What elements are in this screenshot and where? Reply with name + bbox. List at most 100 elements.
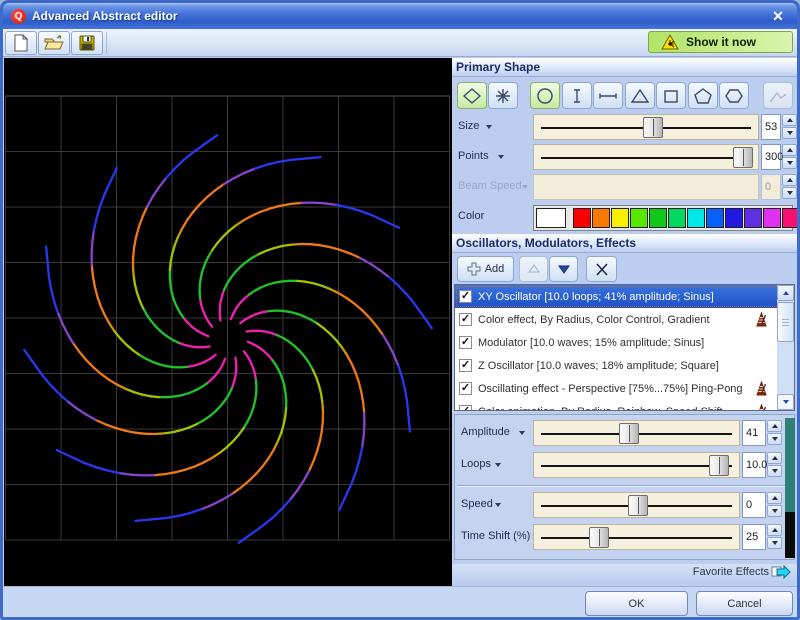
effect-row[interactable]: ✓ Color animation, By Radius, Rainbow, S… <box>455 400 794 411</box>
beam-speed-spin-down[interactable] <box>782 187 797 199</box>
speed-slider-thumb[interactable] <box>628 495 648 516</box>
shape-button-horizontal-line[interactable] <box>593 82 623 109</box>
size-value[interactable]: 53 <box>761 114 781 140</box>
time-shift--label: Time Shift (%) <box>461 530 530 542</box>
amplitude-slider-track[interactable] <box>533 420 740 446</box>
time-shift--spin-down[interactable] <box>767 537 782 549</box>
delete-effect-button[interactable] <box>586 256 617 282</box>
time-shift--value[interactable]: 25 <box>742 524 766 550</box>
color-swatch-9[interactable] <box>725 208 743 228</box>
color-swatch-7[interactable] <box>687 208 705 228</box>
add-effect-button[interactable]: Add <box>457 256 514 282</box>
effect-checkbox[interactable]: ✓ <box>459 336 472 349</box>
effect-checkbox[interactable]: ✓ <box>459 290 472 303</box>
points-slider-thumb[interactable] <box>733 147 753 168</box>
effect-checkbox[interactable]: ✓ <box>459 313 472 326</box>
favorite-effects-link[interactable]: Favorite Effects <box>693 566 769 578</box>
speed-value[interactable]: 0 <box>742 492 766 518</box>
color-swatch-6[interactable] <box>668 208 686 228</box>
close-icon[interactable]: ✕ <box>767 8 789 25</box>
shape-button-custom-zigzag[interactable] <box>763 82 793 109</box>
size-spin-down[interactable] <box>782 127 797 139</box>
color-swatch-5[interactable] <box>649 208 667 228</box>
effect-checkbox[interactable]: ✓ <box>459 359 472 372</box>
points-spin-up[interactable] <box>782 144 797 156</box>
ok-button[interactable]: OK <box>585 591 688 616</box>
new-file-button[interactable] <box>5 31 37 55</box>
speed-slider-track[interactable] <box>533 492 740 518</box>
show-it-now-button[interactable]: Show it now <box>648 31 793 53</box>
shape-button-triangle[interactable] <box>625 82 655 109</box>
shape-button-circle[interactable] <box>530 82 560 109</box>
shape-button-pentagon[interactable] <box>688 82 718 109</box>
points-slider-track[interactable] <box>533 144 759 170</box>
scroll-thumb[interactable] <box>777 302 794 342</box>
effect-row[interactable]: ✓ Z Oscillator [10.0 waves; 18% amplitud… <box>455 354 794 377</box>
time-shift--slider-track[interactable] <box>533 524 740 550</box>
amplitude-slider-thumb[interactable] <box>619 423 639 444</box>
effect-checkbox[interactable]: ✓ <box>459 382 472 395</box>
color-swatch-0[interactable] <box>536 208 566 228</box>
shape-button-hexagon[interactable] <box>719 82 749 109</box>
loops-slider-track[interactable] <box>533 452 740 478</box>
effect-row[interactable]: ✓ XY Oscillator [10.0 loops; 41% amplitu… <box>455 285 794 308</box>
beam-speed-slider-track[interactable] <box>533 174 759 200</box>
loops-dropdown-caret[interactable] <box>495 463 501 467</box>
scroll-up-button[interactable] <box>777 285 794 301</box>
effects-list[interactable]: ✓ XY Oscillator [10.0 loops; 41% amplitu… <box>454 284 795 411</box>
size-dropdown-caret[interactable] <box>486 125 492 129</box>
loops-spin-down[interactable] <box>767 465 782 477</box>
save-button[interactable] <box>71 31 103 55</box>
shape-button-vertical-line[interactable] <box>562 82 592 109</box>
move-down-button[interactable] <box>549 256 578 282</box>
size-slider-track[interactable] <box>533 114 759 140</box>
effect-row[interactable]: ✓ Color effect, By Radius, Color Control… <box>455 308 794 331</box>
points-slider-row: Points 300 <box>452 143 797 172</box>
color-swatch-4[interactable] <box>630 208 648 228</box>
time-shift--slider-thumb[interactable] <box>589 527 609 548</box>
show-it-now-label: Show it now <box>686 35 756 49</box>
loops-value[interactable]: 10.0 <box>742 452 766 478</box>
color-swatch-10[interactable] <box>744 208 762 228</box>
color-swatch-2[interactable] <box>592 208 610 228</box>
abstract-preview-canvas[interactable] <box>4 58 452 586</box>
color-swatch-8[interactable] <box>706 208 724 228</box>
beam-speed-value[interactable]: 0 <box>761 174 781 200</box>
down-arrow-icon <box>558 264 570 274</box>
amplitude-value[interactable]: 41 <box>742 420 766 446</box>
amplitude-slider-row: Amplitude 41 <box>455 419 797 448</box>
points-dropdown-caret[interactable] <box>498 155 504 159</box>
open-file-button[interactable] <box>38 31 70 55</box>
speed-spin-down[interactable] <box>767 505 782 517</box>
color-swatch-1[interactable] <box>573 208 591 228</box>
loops-slider-thumb[interactable] <box>709 455 729 476</box>
size-slider-thumb[interactable] <box>643 117 663 138</box>
speed-dropdown-caret[interactable] <box>495 503 501 507</box>
effect-checkbox[interactable]: ✓ <box>459 405 472 411</box>
title-bar[interactable]: Q Advanced Abstract editor ✕ <box>3 3 797 29</box>
mode-button-diamond[interactable] <box>457 82 487 109</box>
speed-spin-up[interactable] <box>767 492 782 504</box>
amplitude-spin-down[interactable] <box>767 433 782 445</box>
amplitude-dropdown-caret[interactable] <box>519 431 525 435</box>
favorite-effects-icon[interactable] <box>771 565 791 585</box>
effect-row[interactable]: ✓ Oscillating effect - Perspective [75%.… <box>455 377 794 400</box>
time-shift--spin-up[interactable] <box>767 524 782 536</box>
effect-row[interactable]: ✓ Modulator [10.0 waves; 15% amplitude; … <box>455 331 794 354</box>
move-up-button[interactable] <box>519 256 548 282</box>
cancel-button[interactable]: Cancel <box>696 591 793 616</box>
beam-speed-spin-up[interactable] <box>782 174 797 186</box>
color-swatch-11[interactable] <box>763 208 781 228</box>
size-spin-up[interactable] <box>782 114 797 126</box>
scroll-down-button[interactable] <box>777 394 794 410</box>
effects-scrollbar[interactable] <box>777 285 794 410</box>
color-swatch-12[interactable] <box>782 208 797 228</box>
points-spin-down[interactable] <box>782 157 797 169</box>
points-value[interactable]: 300 <box>761 144 781 170</box>
shape-button-square[interactable] <box>656 82 686 109</box>
color-swatch-3[interactable] <box>611 208 629 228</box>
amplitude-spin-up[interactable] <box>767 420 782 432</box>
mode-button-star-burst[interactable] <box>488 82 518 109</box>
beam-speed-dropdown-caret[interactable] <box>522 185 528 189</box>
loops-spin-up[interactable] <box>767 452 782 464</box>
